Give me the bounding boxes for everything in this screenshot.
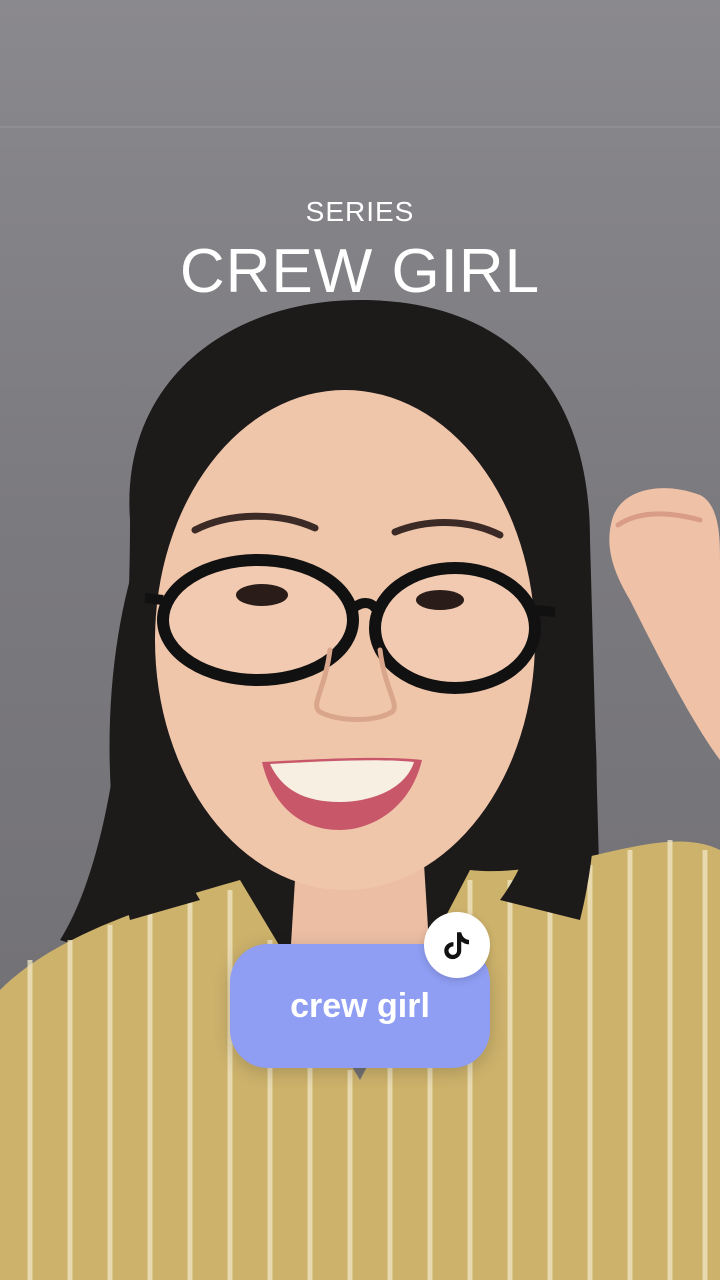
- glasses-arm-left: [144, 593, 164, 605]
- series-button-label: crew girl: [290, 986, 430, 1025]
- glasses-lens-right: [369, 562, 541, 694]
- series-title: CREW GIRL: [179, 237, 541, 306]
- glasses-lens-left: [157, 554, 359, 686]
- raised-fist: [609, 488, 720, 760]
- glasses-arm-right: [532, 605, 556, 617]
- eye-right: [416, 590, 464, 610]
- tiktok-icon: [424, 912, 490, 978]
- video-screen[interactable]: SERIES CREW GIRL crew girl: [0, 0, 720, 1280]
- eye-left: [236, 584, 288, 606]
- video-frame: [0, 300, 720, 1280]
- series-label: SERIES: [305, 196, 415, 227]
